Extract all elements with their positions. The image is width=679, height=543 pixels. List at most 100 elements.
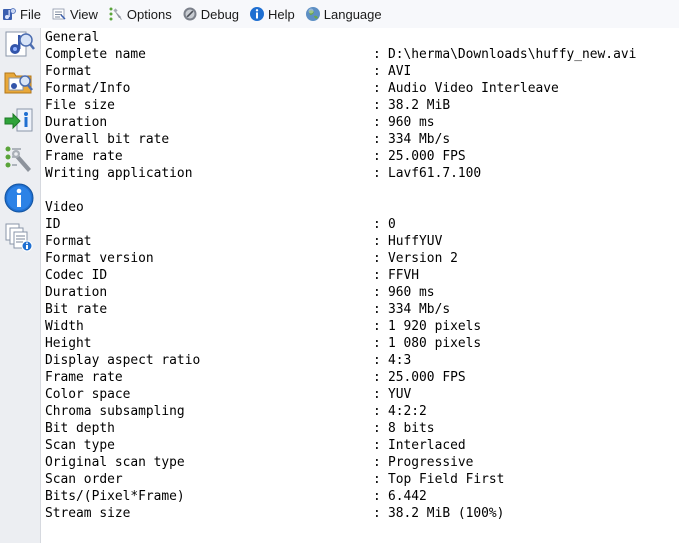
row-separator: : [373, 370, 381, 385]
report-row: Bit rate:334 Mb/s [45, 301, 450, 318]
section-title-general: General [45, 30, 100, 45]
row-key: Frame rate [45, 149, 123, 164]
row-separator: : [373, 421, 381, 436]
row-key: Complete name [45, 47, 146, 62]
row-key: Frame rate [45, 370, 123, 385]
row-value: AVI [388, 64, 412, 79]
sidebar [0, 28, 41, 543]
report-row: Writing application: Lavf61.7.100 [45, 165, 481, 182]
menu-language-label: Language [323, 6, 382, 22]
report-row: Scan order: Top Field First [45, 471, 504, 488]
row-value: 334 Mb/s [388, 302, 451, 317]
row-value: Top Field First [388, 472, 505, 487]
menu-options[interactable]: Options [105, 2, 179, 26]
row-value: Version 2 [388, 251, 458, 266]
row-separator: : [373, 455, 381, 470]
report-panel[interactable]: General Complete name: D:\herma\Downloads… [41, 28, 679, 543]
row-key: Height [45, 336, 92, 351]
row-value: D:\herma\Downloads\huffy_new.avi [388, 47, 637, 62]
row-separator: : [373, 149, 381, 164]
row-separator: : [373, 472, 381, 487]
row-key: Format [45, 64, 92, 79]
row-value: Lavf61.7.100 [388, 166, 482, 181]
row-separator: : [373, 132, 381, 147]
export-icon[interactable] [2, 104, 36, 138]
menu-help[interactable]: Help [246, 2, 302, 26]
row-value: 8 bits [388, 421, 435, 436]
file-icon [1, 6, 17, 22]
report-row: Duration:960 ms [45, 284, 435, 301]
row-key: Writing application [45, 166, 193, 181]
about-icon[interactable] [2, 181, 36, 215]
row-value: 38.2 MiB [388, 98, 451, 113]
report-row: Scan type: Interlaced [45, 437, 466, 454]
row-value: 1 080 pixels [388, 336, 482, 351]
menu-view[interactable]: View [48, 2, 105, 26]
report-row: ID:0 [45, 216, 396, 233]
help-icon [249, 6, 265, 22]
language-icon [305, 6, 321, 22]
menu-file-label: File [20, 6, 41, 22]
report-row: Format: HuffYUV [45, 233, 442, 250]
row-value: 4:2:2 [388, 404, 427, 419]
row-separator: : [373, 98, 381, 113]
report-row: Frame rate:25.000 FPS [45, 148, 466, 165]
menu-debug[interactable]: Debug [179, 2, 246, 26]
report-row: Bit depth:8 bits [45, 420, 435, 437]
report-text: General Complete name: D:\herma\Downloads… [45, 29, 636, 522]
row-value: 6.442 [388, 489, 427, 504]
row-value: HuffYUV [388, 234, 443, 249]
report-row: Frame rate:25.000 FPS [45, 369, 466, 386]
row-key: Duration [45, 285, 108, 300]
row-value: YUV [388, 387, 412, 402]
report-row: Bits/(Pixel*Frame):6.442 [45, 488, 427, 505]
report-row: Height:1 080 pixels [45, 335, 481, 352]
row-key: Color space [45, 387, 131, 402]
row-separator: : [373, 47, 381, 62]
row-key: Format version [45, 251, 154, 266]
report-row: Codec ID: FFVH [45, 267, 419, 284]
menu-file[interactable]: File [0, 2, 48, 26]
row-key: Bit depth [45, 421, 115, 436]
row-key: Bits/(Pixel*Frame) [45, 489, 185, 504]
row-value: 25.000 FPS [388, 370, 466, 385]
row-separator: : [373, 319, 381, 334]
row-separator: : [373, 285, 381, 300]
row-key: Overall bit rate [45, 132, 170, 147]
report-row: File size:38.2 MiB [45, 97, 450, 114]
report-row: Width:1 920 pixels [45, 318, 481, 335]
report-row: Chroma subsampling:4:2:2 [45, 403, 427, 420]
row-value: 960 ms [388, 115, 435, 130]
row-key: Width [45, 319, 84, 334]
report-row: Format version: Version 2 [45, 250, 458, 267]
open-folder-icon[interactable] [2, 64, 36, 98]
multiple-files-icon[interactable] [2, 220, 36, 254]
row-key: Stream size [45, 506, 131, 521]
menu-debug-label: Debug [200, 6, 240, 22]
row-value: Progressive [388, 455, 474, 470]
row-key: Scan type [45, 438, 115, 453]
menu-language[interactable]: Language [302, 2, 389, 26]
report-row: Complete name: D:\herma\Downloads\huffy_n… [45, 46, 636, 63]
row-value: Interlaced [388, 438, 466, 453]
report-row: Color space: YUV [45, 386, 411, 403]
preferences-icon[interactable] [2, 142, 36, 176]
debug-icon [182, 6, 198, 22]
row-separator: : [373, 302, 381, 317]
row-separator: : [373, 268, 381, 283]
row-separator: : [373, 64, 381, 79]
row-separator: : [373, 336, 381, 351]
row-separator: : [373, 387, 381, 402]
menu-view-label: View [69, 6, 98, 22]
row-key: Format/Info [45, 81, 131, 96]
report-row: Overall bit rate:334 Mb/s [45, 131, 450, 148]
row-key: Duration [45, 115, 108, 130]
row-value: 960 ms [388, 285, 435, 300]
row-separator: : [373, 81, 381, 96]
report-row: Format: AVI [45, 63, 411, 80]
row-key: Format [45, 234, 92, 249]
row-separator: : [373, 166, 381, 181]
row-key: Bit rate [45, 302, 108, 317]
open-file-icon[interactable] [2, 28, 36, 62]
